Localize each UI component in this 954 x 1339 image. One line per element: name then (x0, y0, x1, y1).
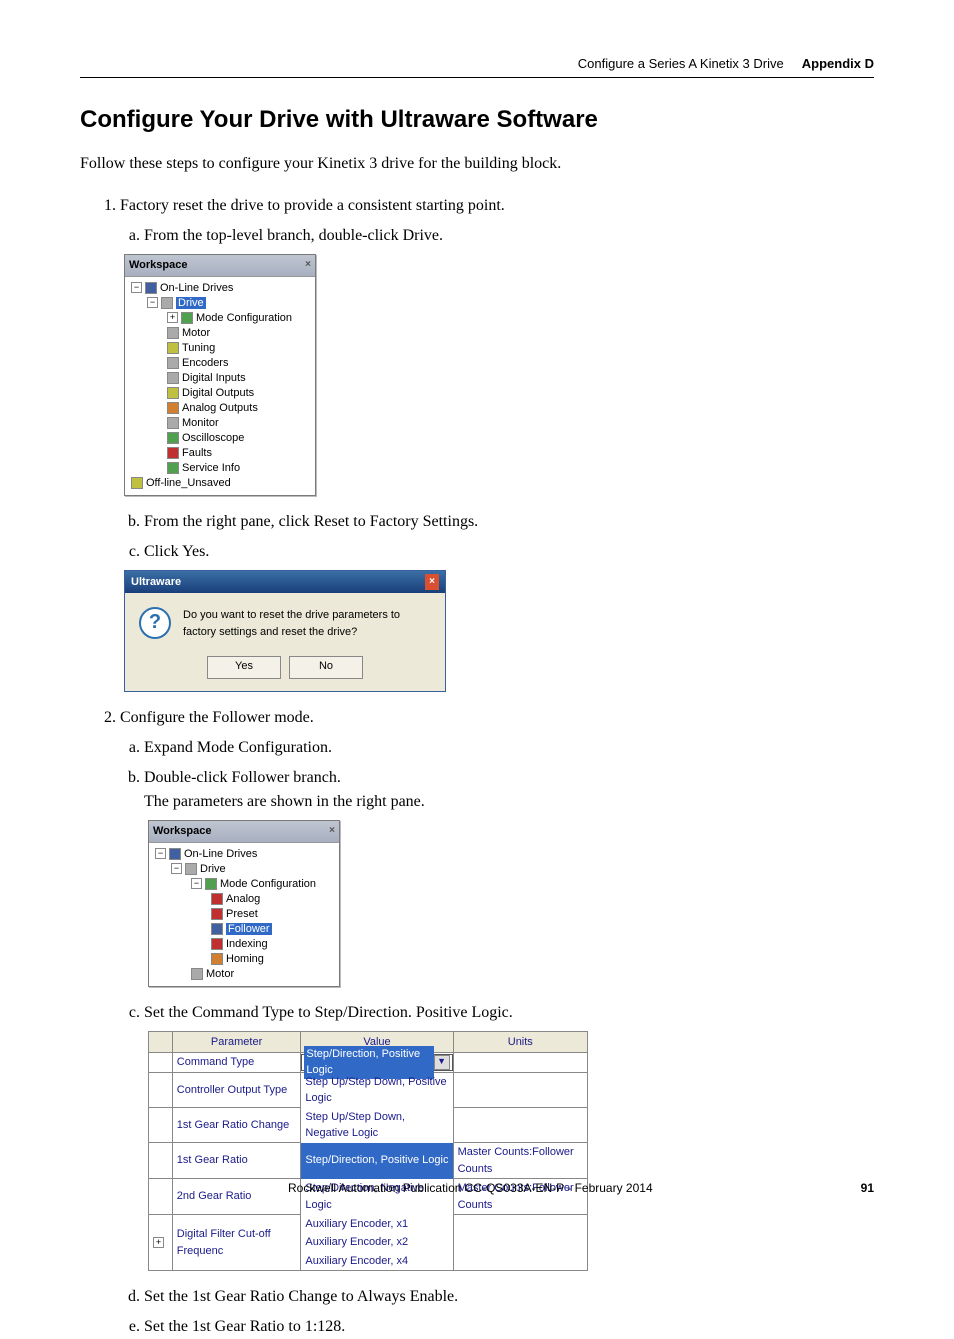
mode-icon (205, 878, 217, 890)
close-icon[interactable]: × (425, 574, 439, 591)
offline-icon (131, 477, 143, 489)
step-2c: Set the Command Type to Step/Direction. … (144, 1001, 874, 1272)
preset-icon (211, 908, 223, 920)
step-1b: From the right pane, click Reset to Fact… (144, 510, 874, 534)
step-1c: Click Yes. (144, 540, 874, 564)
table-row: Controller Output Type Step Up/Step Down… (149, 1072, 588, 1108)
tree-item-monitor[interactable]: Monitor (182, 417, 219, 429)
tree-item-drive[interactable]: Drive (200, 863, 226, 875)
encoder-icon (167, 357, 179, 369)
page-title: Configure Your Drive with Ultraware Soft… (80, 106, 874, 134)
aout-icon (167, 402, 179, 414)
dialog-title: Ultraware (131, 574, 181, 591)
tree-item-din[interactable]: Digital Inputs (182, 372, 246, 384)
follower-icon (211, 923, 223, 935)
table-row: + Digital Filter Cut-off Frequenc Auxili… (149, 1215, 588, 1234)
panel-title: Workspace (129, 257, 188, 274)
tree-item-drive[interactable]: Drive (176, 297, 206, 309)
tree-item-tuning[interactable]: Tuning (182, 342, 215, 354)
drive-icon (161, 297, 173, 309)
tree-item-scope[interactable]: Oscilloscope (182, 432, 244, 444)
tree-item-dout[interactable]: Digital Outputs (182, 387, 254, 399)
din-icon (167, 372, 179, 384)
scope-icon (167, 432, 179, 444)
tree-item-follower[interactable]: Follower (226, 923, 272, 935)
tree-2[interactable]: −On-Line Drives −Drive −Mode Configurati… (149, 843, 339, 986)
step-1a: From the top-level branch, double-click … (144, 224, 874, 248)
page-number: 91 (861, 1181, 874, 1195)
close-icon[interactable]: × (329, 823, 335, 840)
tree-item-indexing[interactable]: Indexing (226, 938, 268, 950)
tree-1[interactable]: −On-Line Drives −Drive +Mode Configurati… (125, 277, 315, 495)
tree-item-mode[interactable]: Mode Configuration (220, 878, 316, 890)
step-2e: Set the 1st Gear Ratio to 1:128. (144, 1315, 874, 1339)
panel-title: Workspace (153, 823, 212, 840)
tree-item-mode[interactable]: Mode Configuration (196, 312, 292, 324)
homing-icon (211, 953, 223, 965)
workspace-panel-1: Workspace × −On-Line Drives −Drive +Mode… (124, 254, 316, 496)
dialog-message: Do you want to reset the drive parameter… (183, 607, 431, 640)
workspace-panel-2: Workspace × −On-Line Drives −Drive −Mode… (148, 820, 340, 987)
running-header: Configure a Series A Kinetix 3 Drive App… (80, 56, 874, 71)
mode-icon (181, 312, 193, 324)
service-icon (167, 462, 179, 474)
tree-item-analog[interactable]: Analog (226, 893, 260, 905)
tree-item-preset[interactable]: Preset (226, 908, 258, 920)
command-type-dropdown[interactable]: Step/Direction, Positive Logic ▼ (301, 1054, 452, 1071)
confirm-dialog: Ultraware × ? Do you want to reset the d… (124, 570, 446, 693)
folder-icon (145, 282, 157, 294)
dropdown-option-selected[interactable]: Step/Direction, Positive Logic (301, 1143, 453, 1179)
fault-icon (167, 447, 179, 459)
chevron-down-icon[interactable]: ▼ (434, 1055, 450, 1070)
analog-icon (211, 893, 223, 905)
tree-item-offline[interactable]: Off-line_Unsaved (146, 477, 231, 489)
tree-item-homing[interactable]: Homing (226, 953, 264, 965)
yes-button[interactable]: Yes (207, 656, 281, 679)
no-button[interactable]: No (289, 656, 363, 679)
motor-icon (167, 327, 179, 339)
header-appendix: Appendix D (802, 56, 874, 71)
header-section: Configure a Series A Kinetix 3 Drive (578, 56, 784, 71)
close-icon[interactable]: × (305, 257, 311, 274)
page-footer: Rockwell Automation Publication CC-QS033… (80, 1181, 874, 1195)
intro-text: Follow these steps to configure your Kin… (80, 152, 874, 176)
step-2d: Set the 1st Gear Ratio Change to Always … (144, 1285, 874, 1309)
motor-icon (191, 968, 203, 980)
table-row: 1st Gear Ratio Change Step Up/Step Down,… (149, 1108, 588, 1143)
publication-id: Rockwell Automation Publication CC-QS033… (80, 1181, 861, 1195)
header-rule (80, 77, 874, 78)
question-icon: ? (139, 607, 171, 639)
step-2b-note: The parameters are shown in the right pa… (144, 793, 425, 810)
monitor-icon (167, 417, 179, 429)
dout-icon (167, 387, 179, 399)
tree-item-motor[interactable]: Motor (206, 968, 234, 980)
step-1: Factory reset the drive to provide a con… (120, 194, 874, 692)
col-units: Units (453, 1031, 587, 1053)
tree-item-faults[interactable]: Faults (182, 447, 212, 459)
tuning-icon (167, 342, 179, 354)
col-parameter: Parameter (172, 1031, 301, 1053)
table-row: Command Type Step/Direction, Positive Lo… (149, 1053, 588, 1073)
tree-item-service[interactable]: Service Info (182, 462, 240, 474)
folder-icon (169, 848, 181, 860)
indexing-icon (211, 938, 223, 950)
step-2a: Expand Mode Configuration. (144, 736, 874, 760)
tree-item-encoders[interactable]: Encoders (182, 357, 228, 369)
drive-icon (185, 863, 197, 875)
step-2b: Double-click Follower branch. The parame… (144, 766, 874, 987)
table-row: 1st Gear Ratio Step/Direction, Positive … (149, 1143, 588, 1179)
step-2: Configure the Follower mode. Expand Mode… (120, 706, 874, 1339)
tree-item-aout[interactable]: Analog Outputs (182, 402, 258, 414)
tree-item-motor[interactable]: Motor (182, 327, 210, 339)
